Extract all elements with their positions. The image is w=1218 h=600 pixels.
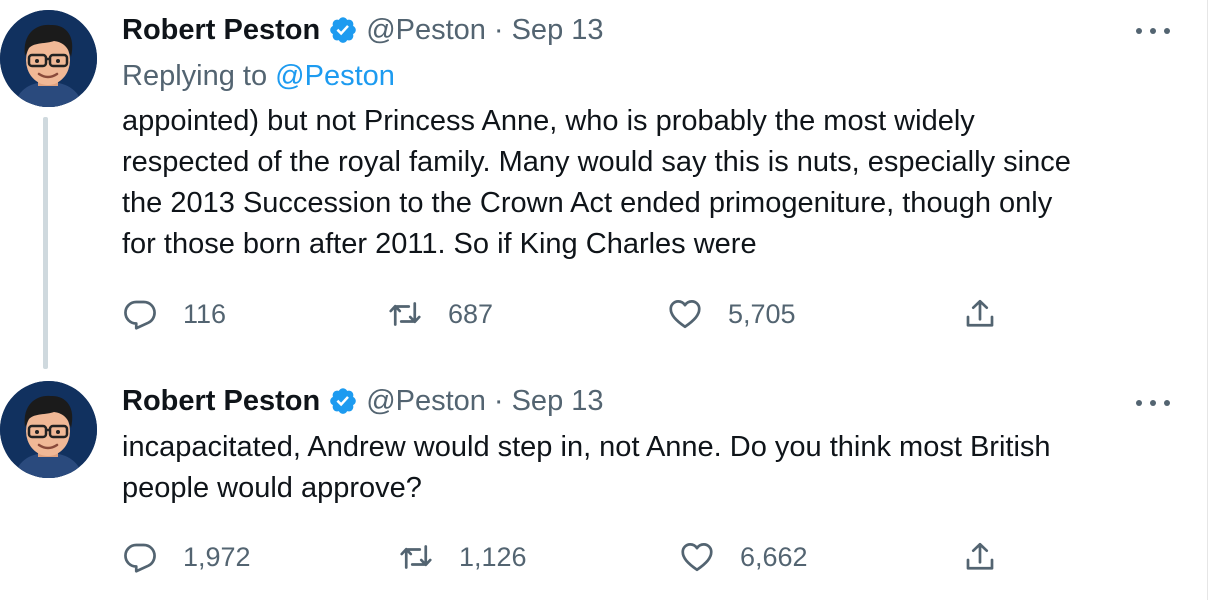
- tweet-text-line: respected of the royal family. Many woul…: [122, 146, 1071, 178]
- more-dots-icon[interactable]: [1136, 393, 1170, 413]
- reply-bubble-icon: [124, 300, 156, 330]
- tweet-text-line: people would approve?: [122, 472, 422, 504]
- tweet-text-line: for those born after 2011. So if King Ch…: [122, 228, 757, 260]
- avatar[interactable]: [0, 381, 97, 478]
- tweet-text-line: appointed) but not Princess Anne, who is…: [122, 105, 975, 137]
- reply-count: 1,972: [183, 541, 251, 572]
- tweet-date[interactable]: Sep 13: [512, 385, 604, 418]
- verified-badge-icon: [330, 17, 356, 43]
- retweet-button[interactable]: 1,126: [398, 537, 527, 577]
- author-name[interactable]: Robert Peston: [122, 385, 320, 418]
- retweet-count: 687: [448, 298, 494, 329]
- like-button[interactable]: 5,705: [667, 294, 796, 334]
- meta-separator: ·: [493, 13, 504, 46]
- replying-to-line: Replying to @Peston: [122, 60, 395, 93]
- verified-badge-icon: [330, 388, 356, 414]
- avatar-cartoon-face: [0, 381, 97, 478]
- retweet-count: 1,126: [459, 541, 527, 572]
- reply-bubble-icon: [124, 543, 156, 573]
- retweet-icon: [389, 302, 421, 326]
- avatar[interactable]: [0, 10, 97, 107]
- tweet-text: appointed) but not Princess Anne, who is…: [122, 101, 1182, 265]
- share-upload-icon: [966, 299, 994, 327]
- tweet-header: Robert Peston @Peston · Sep 13: [122, 10, 604, 50]
- author-name[interactable]: Robert Peston: [122, 14, 320, 47]
- reply-count: 116: [183, 298, 227, 329]
- share-button[interactable]: [962, 294, 1023, 334]
- tweet-text: incapacitated, Andrew would step in, not…: [122, 427, 1182, 509]
- share-upload-icon: [966, 542, 994, 570]
- page-edge-divider: [1207, 0, 1208, 600]
- reply-button[interactable]: 1,972: [122, 537, 251, 577]
- avatar-cartoon-face: [0, 10, 97, 107]
- heart-icon: [681, 543, 713, 572]
- share-button[interactable]: [962, 537, 1023, 577]
- more-dots-icon[interactable]: [1136, 21, 1170, 41]
- tweet-date[interactable]: Sep 13: [512, 14, 604, 47]
- retweet-button[interactable]: 687: [387, 294, 493, 334]
- meta-separator: ·: [493, 384, 504, 417]
- like-count: 5,705: [728, 298, 796, 329]
- retweet-icon: [400, 545, 432, 569]
- like-count: 6,662: [740, 541, 808, 572]
- tweet-text-line: incapacitated, Andrew would step in, not…: [122, 431, 1051, 463]
- author-handle[interactable]: @Peston: [366, 385, 486, 418]
- author-handle[interactable]: @Peston: [366, 14, 486, 47]
- tweet-actions: 1,972 1,126 6,662: [122, 537, 1022, 577]
- reply-button[interactable]: 116: [122, 294, 226, 334]
- tweet-header: Robert Peston @Peston · Sep 13: [122, 381, 604, 421]
- replying-to-label: Replying to: [122, 60, 268, 92]
- replying-to-handle-link[interactable]: @Peston: [275, 60, 395, 92]
- thread-connector-line: [43, 117, 48, 369]
- tweet-text-line: the 2013 Succession to the Crown Act end…: [122, 187, 1053, 219]
- tweet-actions: 116 687 5,705: [122, 294, 1022, 334]
- heart-icon: [669, 300, 701, 329]
- like-button[interactable]: 6,662: [679, 537, 808, 577]
